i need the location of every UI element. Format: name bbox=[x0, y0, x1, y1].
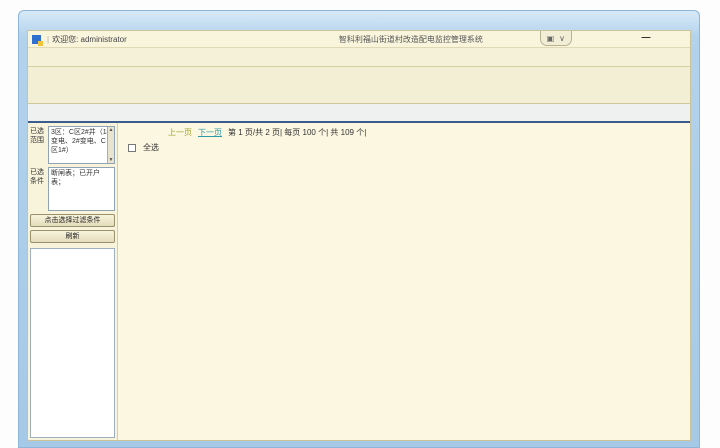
select-all-label: 全选 bbox=[143, 142, 159, 153]
screen: | 欢迎您: administrator 智科利福山街道村改造配电监控管理系统 … bbox=[0, 0, 720, 448]
window-inner: | 欢迎您: administrator 智科利福山街道村改造配电监控管理系统 … bbox=[27, 30, 691, 441]
toolbar-row: 全选 bbox=[128, 139, 690, 156]
chevron-down-icon[interactable]: ∨ bbox=[559, 34, 565, 43]
selected-range-text: 3区：C区2#井（1#变电、2#变电、C区1#） bbox=[51, 129, 111, 154]
window-controls: ▣ ∨ bbox=[540, 31, 572, 46]
sidebar: 已选范围 3区：C区2#井（1#变电、2#变电、C区1#） ▲▼ 已选条件 断闸… bbox=[28, 123, 118, 440]
selected-range-box[interactable]: 3区：C区2#井（1#变电、2#变电、C区1#） ▲▼ bbox=[48, 126, 115, 164]
refresh-button[interactable]: 刷新 bbox=[30, 230, 115, 243]
selected-condition-row: 已选条件 断闸表；已开户表； bbox=[30, 167, 115, 211]
minimize-button[interactable]: — bbox=[640, 33, 652, 43]
select-all-checkbox[interactable] bbox=[128, 144, 136, 152]
selected-condition-label: 已选条件 bbox=[30, 167, 46, 211]
range-scrollbar[interactable]: ▲▼ bbox=[107, 127, 114, 163]
selected-condition-box[interactable]: 断闸表；已开户表； bbox=[48, 167, 115, 211]
building-tree bbox=[30, 248, 115, 438]
scroll-up-icon[interactable]: ▲ bbox=[109, 127, 114, 134]
document-tabs bbox=[28, 104, 690, 123]
pagination-row: 上一页 下一页 第 1 页/共 2 页| 每页 100 个| 共 109 个| bbox=[168, 127, 690, 138]
next-page-link[interactable]: 下一页 bbox=[198, 127, 222, 138]
selected-range-row: 已选范围 3区：C区2#井（1#变电、2#变电、C区1#） ▲▼ bbox=[30, 126, 115, 164]
app-title: 智科利福山街道村改造配电监控管理系统 bbox=[339, 34, 483, 45]
main-panel: 上一页 下一页 第 1 页/共 2 页| 每页 100 个| 共 109 个| … bbox=[118, 123, 690, 440]
prev-page-link[interactable]: 上一页 bbox=[168, 127, 192, 138]
title-bar: | 欢迎您: administrator 智科利福山街道村改造配电监控管理系统 … bbox=[28, 31, 690, 48]
menu-bar bbox=[28, 48, 690, 67]
scroll-down-icon[interactable]: ▼ bbox=[109, 157, 114, 164]
selected-range-label: 已选范围 bbox=[30, 126, 46, 164]
content: 已选范围 3区：C区2#井（1#变电、2#变电、C区1#） ▲▼ 已选条件 断闸… bbox=[28, 123, 690, 440]
page-info: 第 1 页/共 2 页| 每页 100 个| 共 109 个| bbox=[228, 127, 366, 138]
app-window: | 欢迎您: administrator 智科利福山街道村改造配电监控管理系统 … bbox=[18, 10, 700, 448]
title-separator: | bbox=[47, 35, 49, 44]
filter-select-button[interactable]: 点击选择过滤条件 bbox=[30, 214, 115, 227]
restore-icon[interactable]: ▣ bbox=[547, 34, 555, 43]
ribbon bbox=[28, 67, 690, 104]
welcome-user-label: 欢迎您: administrator bbox=[52, 34, 127, 45]
app-icon bbox=[32, 35, 41, 44]
selected-condition-text: 断闸表；已开户表； bbox=[51, 170, 100, 186]
